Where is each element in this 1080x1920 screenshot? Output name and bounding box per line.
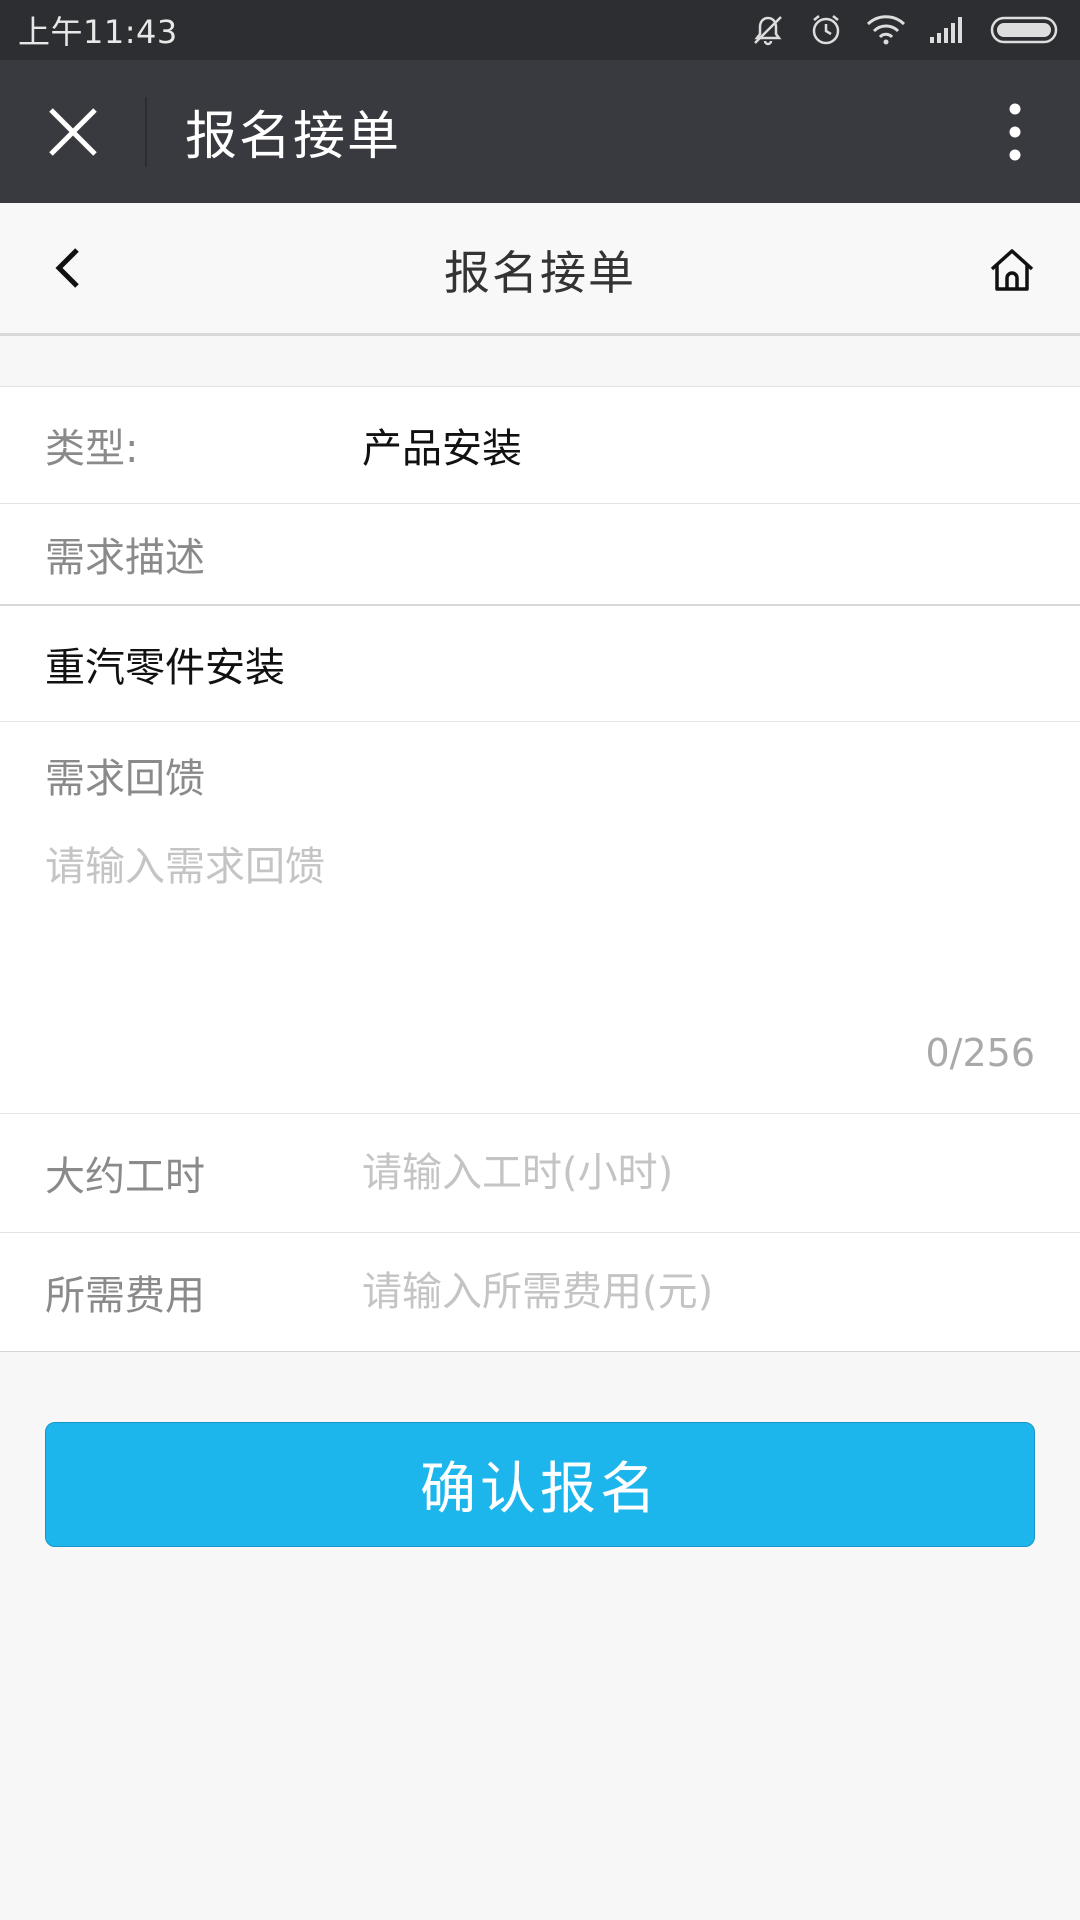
feedback-section: 需求回馈 0/256 — [0, 722, 1080, 1114]
hours-row: 大约工时 — [0, 1114, 1080, 1233]
title-divider — [145, 96, 147, 167]
confirm-signup-button[interactable]: 确认报名 — [45, 1422, 1035, 1547]
feedback-textarea[interactable] — [45, 834, 1035, 984]
cost-label: 所需费用 — [45, 1273, 205, 1319]
signal-icon — [928, 15, 968, 45]
window-title: 报名接单 — [185, 107, 402, 167]
wifi-icon — [866, 14, 906, 46]
status-time: 上午11:43 — [18, 13, 178, 51]
status-bar: 上午11:43 — [0, 0, 1080, 60]
desc-value-row: 重汽零件安装 — [0, 606, 1080, 722]
close-icon — [48, 107, 97, 156]
feedback-counter: 0/256 — [925, 1031, 1035, 1075]
desc-label-row: 需求描述 — [0, 504, 1080, 606]
title-bar: 报名接单 — [0, 60, 1080, 203]
cost-row: 所需费用 — [0, 1233, 1080, 1352]
type-value: 产品安装 — [362, 426, 522, 472]
mute-icon — [750, 12, 786, 48]
more-vertical-icon — [1009, 103, 1021, 160]
page-title: 报名接单 — [444, 245, 636, 300]
home-button[interactable] — [962, 203, 1062, 336]
battery-icon — [990, 15, 1062, 45]
chevron-left-icon — [54, 248, 79, 288]
page-header: 报名接单 — [0, 203, 1080, 336]
type-row: 类型: 产品安装 — [0, 387, 1080, 504]
alarm-icon — [808, 12, 844, 48]
back-button[interactable] — [0, 202, 135, 335]
feedback-label: 需求回馈 — [45, 756, 205, 802]
close-button[interactable] — [0, 60, 145, 203]
hours-label: 大约工时 — [45, 1154, 205, 1200]
status-icons — [750, 12, 1062, 48]
desc-value: 重汽零件安装 — [45, 644, 285, 691]
signup-form: 类型: 产品安装 需求描述 重汽零件安装 需求回馈 0/256 大约工时 所需费… — [0, 386, 1080, 1352]
home-icon — [990, 248, 1034, 291]
desc-label: 需求描述 — [45, 535, 205, 581]
type-label: 类型: — [45, 426, 139, 472]
more-button[interactable] — [950, 60, 1080, 203]
cost-input[interactable] — [362, 1269, 1035, 1315]
hours-input[interactable] — [362, 1150, 1035, 1196]
